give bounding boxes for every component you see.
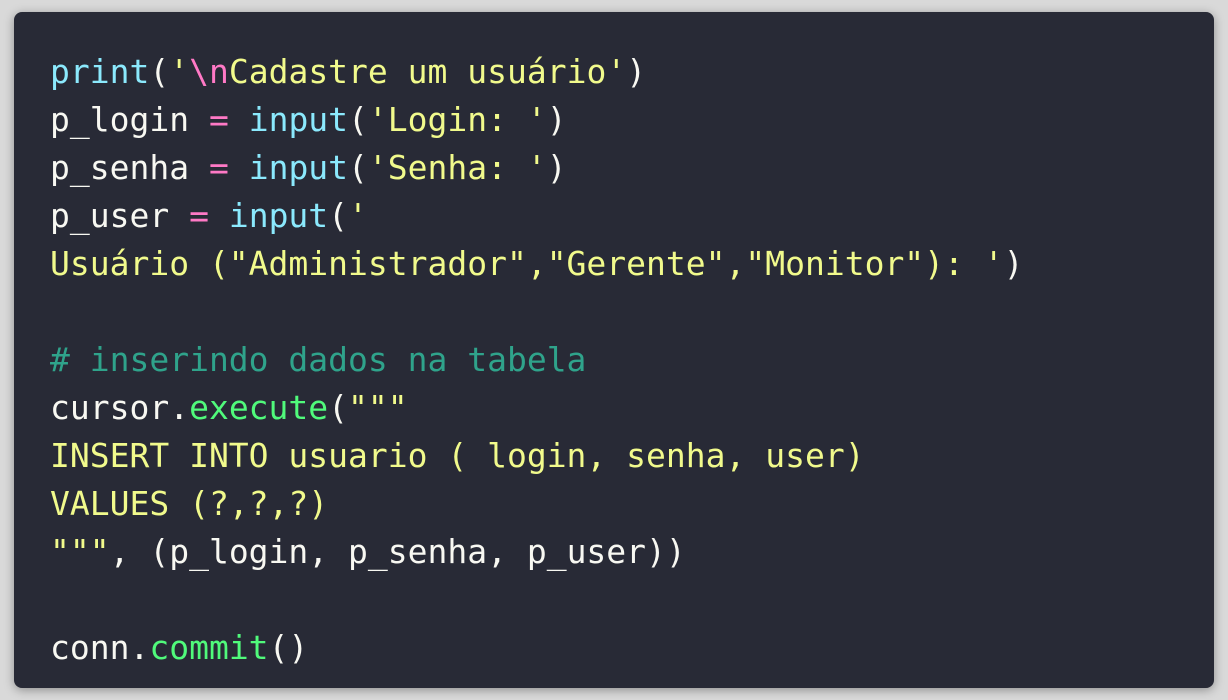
code-token-plain: p_user [50, 196, 190, 235]
code-line: Usuário ("Administrador","Gerente","Moni… [50, 240, 1214, 288]
code-token-string: VALUES (?,?,?) [50, 484, 329, 523]
code-token-operator: = [208, 148, 229, 187]
code-token-string: """ [348, 388, 408, 427]
code-token-fn-builtin: print [50, 52, 150, 91]
code-token-comment: # inserindo dados na tabela [50, 340, 587, 379]
code-token-string: Usuário ("Administrador","Gerente","Moni… [50, 244, 1004, 283]
code-line: VALUES (?,?,?) [50, 480, 1214, 528]
code-token-string: ' [348, 196, 368, 235]
code-token-plain: conn. [50, 628, 150, 667]
code-token-string: 'Senha: ' [367, 148, 547, 187]
code-token-fn-method: commit [149, 628, 269, 667]
code-token-plain: ( [348, 100, 368, 139]
code-line: INSERT INTO usuario ( login, senha, user… [50, 432, 1214, 480]
code-token-fn-builtin: input [248, 100, 349, 139]
code-line: p_login = input('Login: ') [50, 96, 1214, 144]
code-snippet-card: print('\nCadastre um usuário') p_login = … [14, 12, 1214, 688]
code-token-plain: ) [546, 100, 567, 139]
code-line: p_user = input(' [50, 192, 1214, 240]
code-token-string: ' [169, 52, 190, 91]
code-token-plain: ) [546, 148, 567, 187]
code-token-plain: ( [328, 196, 349, 235]
code-token-plain: cursor. [50, 388, 190, 427]
code-token-plain: ) [1003, 244, 1024, 283]
code-block: print('\nCadastre um usuário') p_login = … [50, 48, 1214, 672]
code-line: conn.commit() [50, 624, 1214, 672]
code-token-plain: ( [348, 148, 368, 187]
code-token-string: INSERT INTO usuario ( login, senha, user… [50, 436, 865, 475]
code-line: print('\nCadastre um usuário') [50, 48, 1214, 96]
code-token-operator: = [189, 196, 209, 235]
code-line: """, (p_login, p_senha, p_user)) [50, 528, 1214, 576]
code-token-plain: p_senha [50, 148, 209, 187]
code-token-fn-builtin: input [248, 148, 349, 187]
code-token-plain: , (p_login, p_senha, p_user)) [109, 532, 686, 571]
code-token-string: Cadastre um usuário' [228, 52, 627, 91]
code-token-plain: ) [626, 52, 647, 91]
code-token-plain: ( [149, 52, 170, 91]
code-line: # inserindo dados na tabela [50, 336, 1214, 384]
code-token-string: """ [50, 532, 110, 571]
code-token-plain: () [268, 628, 309, 667]
code-token-operator: = [208, 100, 229, 139]
code-token-plain: p_login [50, 100, 209, 139]
code-token-plain: ( [328, 388, 349, 427]
code-token-fn-builtin: input [228, 196, 329, 235]
code-line: cursor.execute(""" [50, 384, 1214, 432]
code-line: p_senha = input('Senha: ') [50, 144, 1214, 192]
code-token-escape: \n [189, 52, 229, 91]
code-token-string: 'Login: ' [367, 100, 547, 139]
code-token-fn-method: execute [189, 388, 329, 427]
